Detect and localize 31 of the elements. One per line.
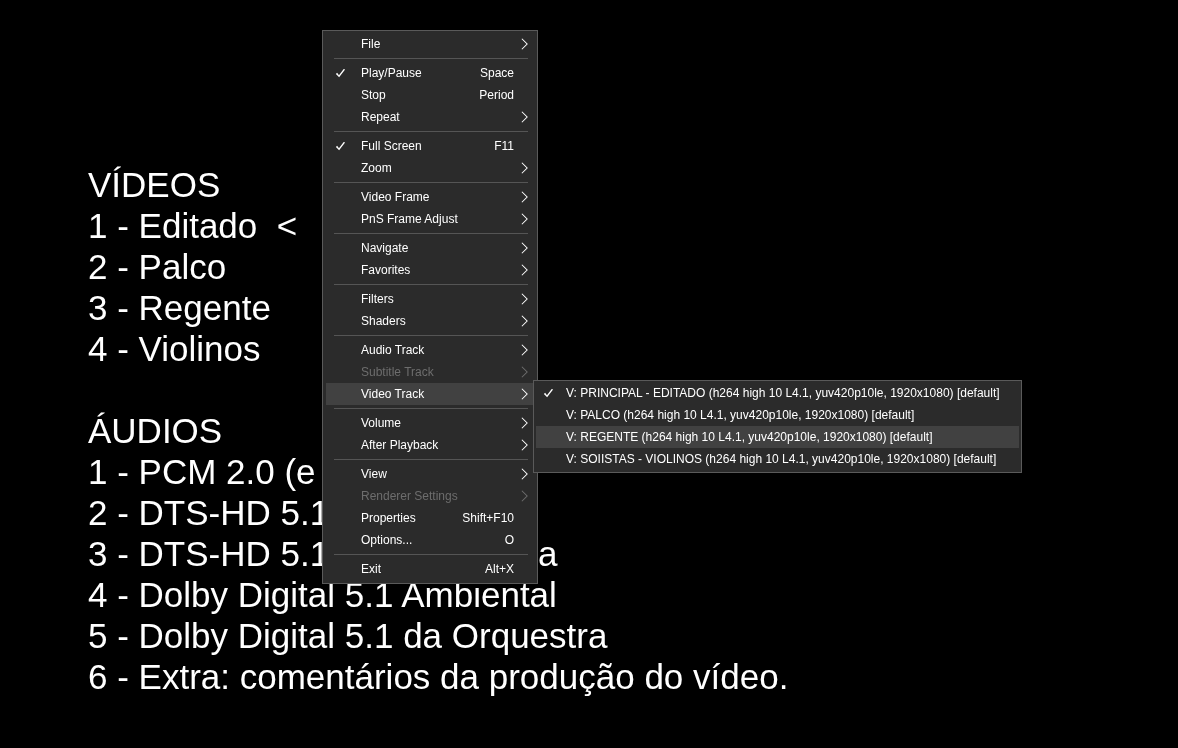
- menu-item[interactable]: File: [326, 33, 534, 55]
- slide-heading: VÍDEOS: [88, 164, 221, 205]
- slide-text: 1 - PCM 2.0 (e: [88, 451, 316, 492]
- slide-text: 5 - Dolby Digital 5.1 da Orquestra: [88, 615, 608, 656]
- menu-item[interactable]: Repeat: [326, 106, 534, 128]
- slide-text: 2 - Palco: [88, 246, 227, 287]
- menu-item[interactable]: Filters: [326, 288, 534, 310]
- slide-text: 4 - Violinos: [88, 328, 261, 369]
- menu-item[interactable]: V: SOIISTAS - VIOLINOS (h264 high 10 L4.1, yuv420p10le, 1920x1080) [default]: [536, 448, 1019, 470]
- slide-text: 3 - Regente: [88, 287, 271, 328]
- menu-item[interactable]: PnS Frame Adjust: [326, 208, 534, 230]
- menu-item[interactable]: Stop Period: [326, 84, 534, 106]
- menu-item[interactable]: Navigate: [326, 237, 534, 259]
- menu-item[interactable]: Favorites: [326, 259, 534, 281]
- slide-heading: ÁUDIOS: [88, 410, 223, 451]
- menu-item[interactable]: After Playback: [326, 434, 534, 456]
- slide-text: 1 - Editado <: [88, 205, 298, 246]
- menu-item[interactable]: Volume: [326, 412, 534, 434]
- menu-item[interactable]: Shaders: [326, 310, 534, 332]
- menu-item[interactable]: Video Frame: [326, 186, 534, 208]
- slide-text: 6 - Extra: comentários da produção do vídeo.: [88, 656, 789, 697]
- menu-item[interactable]: V: PALCO (h264 high 10 L4.1, yuv420p10le, 1920x1080) [default]: [536, 404, 1019, 426]
- menu-item[interactable]: Video Track: [326, 383, 534, 405]
- menu-item[interactable]: V: REGENTE (h264 high 10 L4.1, yuv420p10le, 1920x1080) [default]: [536, 426, 1019, 448]
- menu-item[interactable]: Play/Pause Space: [326, 62, 534, 84]
- menu-item[interactable]: Audio Track: [326, 339, 534, 361]
- slide-text: a: [538, 533, 558, 574]
- menu-item[interactable]: View: [326, 463, 534, 485]
- menu-item[interactable]: V: PRINCIPAL - EDITADO (h264 high 10 L4.1, yuv420p10le, 1920x1080) [default]: [536, 382, 1019, 404]
- menu-item[interactable]: Full Screen F11: [326, 135, 534, 157]
- menu-item[interactable]: Zoom: [326, 157, 534, 179]
